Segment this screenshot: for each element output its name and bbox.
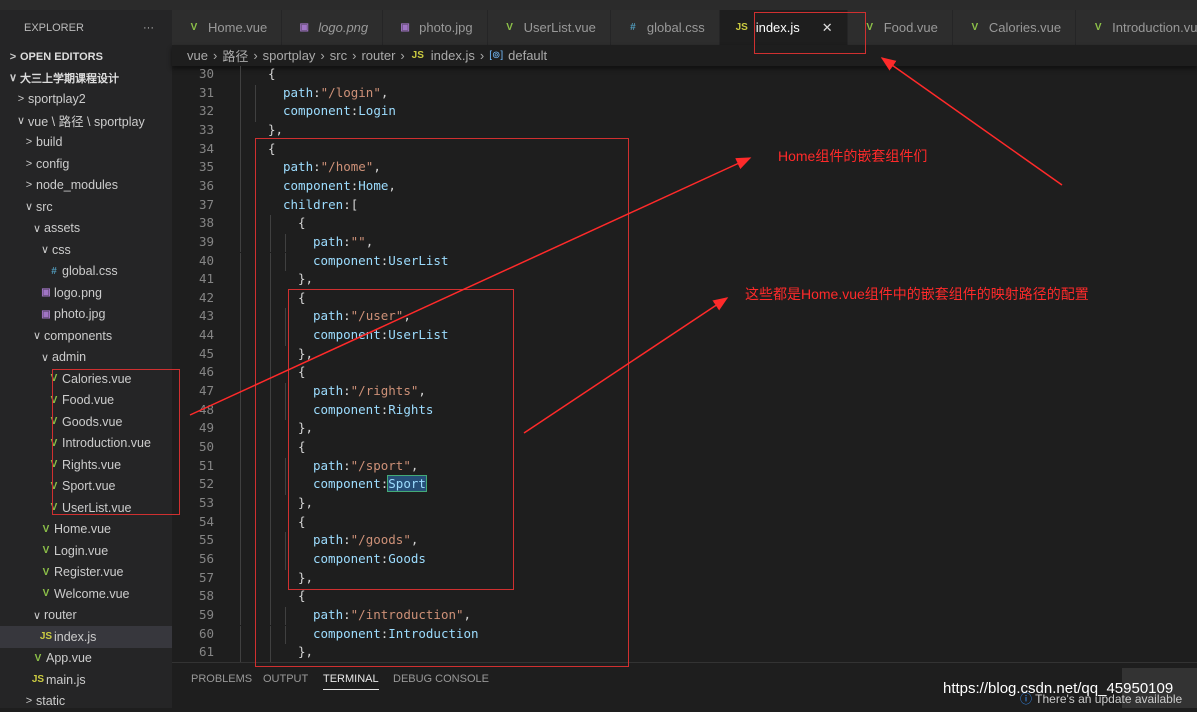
arrow-to-config-note	[524, 298, 727, 433]
arrow-to-tab	[882, 58, 1062, 185]
arrow-to-note	[190, 158, 750, 415]
annotation-arrows	[0, 0, 1197, 708]
